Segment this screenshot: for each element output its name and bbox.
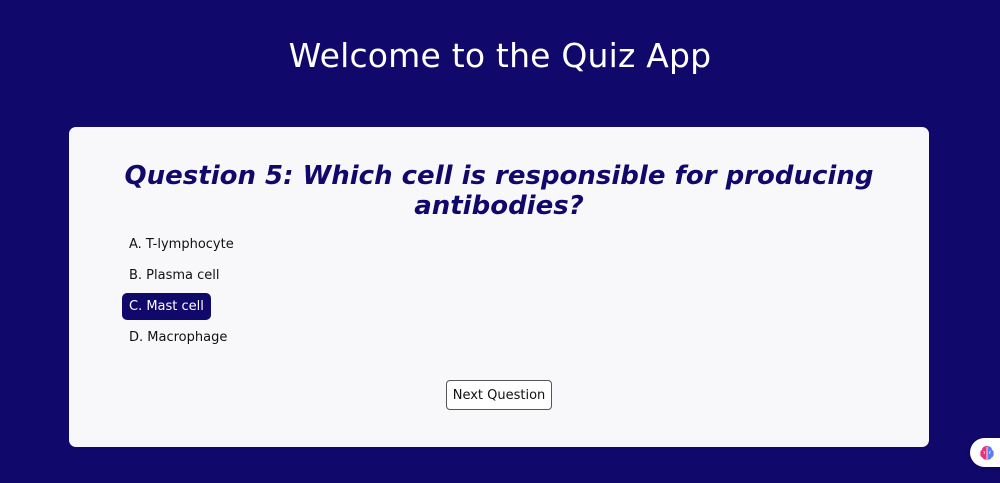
quiz-card: Question 5: Which cell is responsible fo… [69, 127, 929, 447]
option-b[interactable]: B. Plasma cell [122, 262, 227, 289]
assistant-widget[interactable] [970, 438, 1000, 467]
option-a[interactable]: A. T-lymphocyte [122, 231, 241, 258]
option-d[interactable]: D. Macrophage [122, 324, 234, 351]
answer-options: A. T-lymphocyte B. Plasma cell C. Mast c… [122, 231, 241, 355]
question-text: Question 5: Which cell is responsible fo… [124, 161, 874, 221]
option-c[interactable]: C. Mast cell [122, 293, 211, 320]
quiz-page: Welcome to the Quiz App Question 5: Whic… [0, 0, 1000, 483]
app-title: Welcome to the Quiz App [288, 36, 712, 75]
brain-icon [980, 446, 994, 460]
next-question-button[interactable]: Next Question [446, 380, 552, 410]
